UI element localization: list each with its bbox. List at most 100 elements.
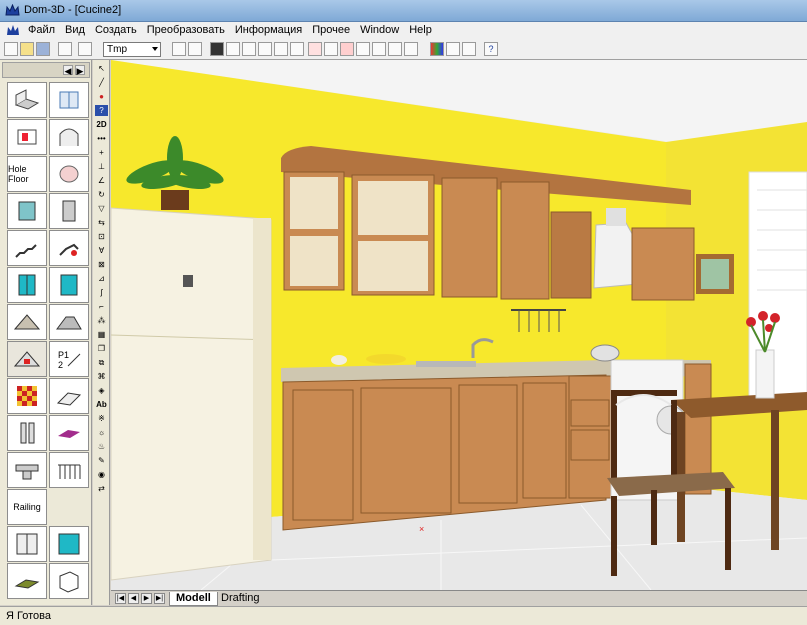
new-file-icon[interactable] — [4, 42, 18, 56]
tab-modell[interactable]: Modell — [169, 592, 218, 606]
room-tool-button[interactable] — [49, 82, 89, 118]
tab-prev-icon[interactable]: ◀ — [128, 593, 139, 604]
delete-icon[interactable] — [340, 42, 354, 56]
ruler-icon[interactable] — [372, 42, 386, 56]
beam-button[interactable] — [7, 452, 47, 488]
mirror-icon[interactable]: ⇆ — [95, 217, 108, 228]
circle-tool-icon[interactable]: ● — [95, 91, 108, 102]
group-icon[interactable]: ⧉ — [95, 357, 108, 368]
menu-file[interactable]: Файл — [28, 24, 55, 36]
menu-view[interactable]: Вид — [65, 24, 85, 36]
triangle-icon[interactable]: ▽ — [95, 203, 108, 214]
column-button[interactable] — [7, 415, 47, 451]
save-icon[interactable] — [36, 42, 50, 56]
fence-button[interactable] — [49, 452, 89, 488]
array-icon[interactable]: ⁂ — [95, 315, 108, 326]
info-icon[interactable]: ? — [95, 105, 108, 116]
menu-create[interactable]: Создать — [95, 24, 137, 36]
cabinet-button[interactable] — [7, 526, 47, 562]
opening-button[interactable] — [49, 156, 89, 192]
tab-next-icon[interactable]: ▶ — [141, 593, 152, 604]
tab-first-icon[interactable]: |◀ — [115, 593, 126, 604]
rotate-icon[interactable]: ↻ — [95, 189, 108, 200]
floor-slab-button[interactable] — [49, 415, 89, 451]
spiral-stairs-button[interactable] — [49, 230, 89, 266]
select-icon[interactable] — [308, 42, 322, 56]
eye-icon[interactable]: ◉ — [95, 469, 108, 480]
palette-next-icon[interactable]: ▶ — [75, 65, 85, 76]
hip-roof-button[interactable] — [49, 304, 89, 340]
camera-icon[interactable] — [404, 42, 418, 56]
angle-icon[interactable]: ∠ — [95, 175, 108, 186]
light-icon[interactable]: ☼ — [95, 427, 108, 438]
open-folder-icon[interactable] — [20, 42, 34, 56]
hatch-icon[interactable]: ▦ — [95, 329, 108, 340]
move-icon[interactable] — [324, 42, 338, 56]
palette-prev-icon[interactable]: ◀ — [63, 65, 73, 76]
render-icon[interactable] — [210, 42, 224, 56]
crosshair-icon[interactable]: + — [95, 147, 108, 158]
pen-icon[interactable]: ✎ — [95, 455, 108, 466]
menu-help[interactable]: Help — [409, 24, 432, 36]
zoom-icon[interactable] — [172, 42, 186, 56]
railing-button[interactable]: Railing — [7, 489, 47, 525]
tile-button[interactable] — [7, 378, 47, 414]
menu-other[interactable]: Прочее — [312, 24, 350, 36]
trim-icon[interactable]: ⊠ — [95, 259, 108, 270]
walk-icon[interactable]: ⇄ — [95, 483, 108, 494]
tab-last-icon[interactable]: ▶| — [154, 593, 165, 604]
pencil-icon[interactable] — [388, 42, 402, 56]
copy-icon[interactable]: ❐ — [95, 343, 108, 354]
3d-viewport[interactable]: × — [111, 60, 807, 590]
arch-button[interactable] — [49, 119, 89, 155]
document-crown-icon[interactable] — [6, 24, 20, 37]
zoom-in-icon[interactable] — [242, 42, 256, 56]
fillet-icon[interactable]: ʃ — [95, 287, 108, 298]
window-wall-button[interactable] — [7, 119, 47, 155]
help-icon[interactable]: ? — [484, 42, 498, 56]
zoom-fit-icon[interactable] — [274, 42, 288, 56]
symbol-icon[interactable]: ※ — [95, 413, 108, 424]
menu-window[interactable]: Window — [360, 24, 399, 36]
wardrobe-button[interactable] — [49, 526, 89, 562]
text-tool-button[interactable]: Ab — [95, 399, 108, 410]
window-button[interactable] — [7, 193, 47, 229]
carpet-button[interactable] — [7, 563, 47, 599]
chamfer-icon[interactable]: ⌐ — [95, 301, 108, 312]
french-window-button[interactable] — [49, 267, 89, 303]
line-tool-icon[interactable]: ╱ — [95, 77, 108, 88]
zoom-window-icon[interactable] — [290, 42, 304, 56]
extend-icon[interactable]: ⊿ — [95, 273, 108, 284]
zoom-out-icon[interactable] — [258, 42, 272, 56]
snap-icon[interactable]: ⊥ — [95, 161, 108, 172]
material-icon[interactable] — [462, 42, 476, 56]
layer-icon[interactable] — [78, 42, 92, 56]
stairs-button[interactable] — [7, 230, 47, 266]
layer-select[interactable]: Tmp — [103, 42, 161, 57]
lamp-icon[interactable]: ♨ — [95, 441, 108, 452]
measure-icon[interactable] — [356, 42, 370, 56]
dimension-button[interactable]: P1 2 — [49, 341, 89, 377]
glass-door-button[interactable] — [7, 267, 47, 303]
menu-info[interactable]: Информация — [235, 24, 302, 36]
grid-icon[interactable] — [226, 42, 240, 56]
pan-icon[interactable] — [188, 42, 202, 56]
dots-icon[interactable]: ••• — [95, 133, 108, 144]
cube-icon[interactable]: ◈ — [95, 385, 108, 396]
hole-floor-button[interactable]: Hole Floor — [7, 156, 47, 192]
roof-window-button[interactable] — [7, 341, 47, 377]
door-button[interactable] — [49, 193, 89, 229]
link-icon[interactable]: ⌘ — [95, 371, 108, 382]
color-palette-icon[interactable] — [430, 42, 444, 56]
ramp-button[interactable] — [49, 378, 89, 414]
roof-button[interactable] — [7, 304, 47, 340]
tab-drafting[interactable]: Drafting — [215, 592, 266, 606]
menu-transform[interactable]: Преобразовать — [147, 24, 225, 36]
texture-icon[interactable] — [446, 42, 460, 56]
pointer-icon[interactable]: ↖ — [95, 63, 108, 74]
wall-tool-button[interactable] — [7, 82, 47, 118]
box-button[interactable] — [49, 563, 89, 599]
print-icon[interactable] — [58, 42, 72, 56]
offset-icon[interactable]: ⊡ — [95, 231, 108, 242]
view-2d-button[interactable]: 2D — [95, 119, 108, 130]
